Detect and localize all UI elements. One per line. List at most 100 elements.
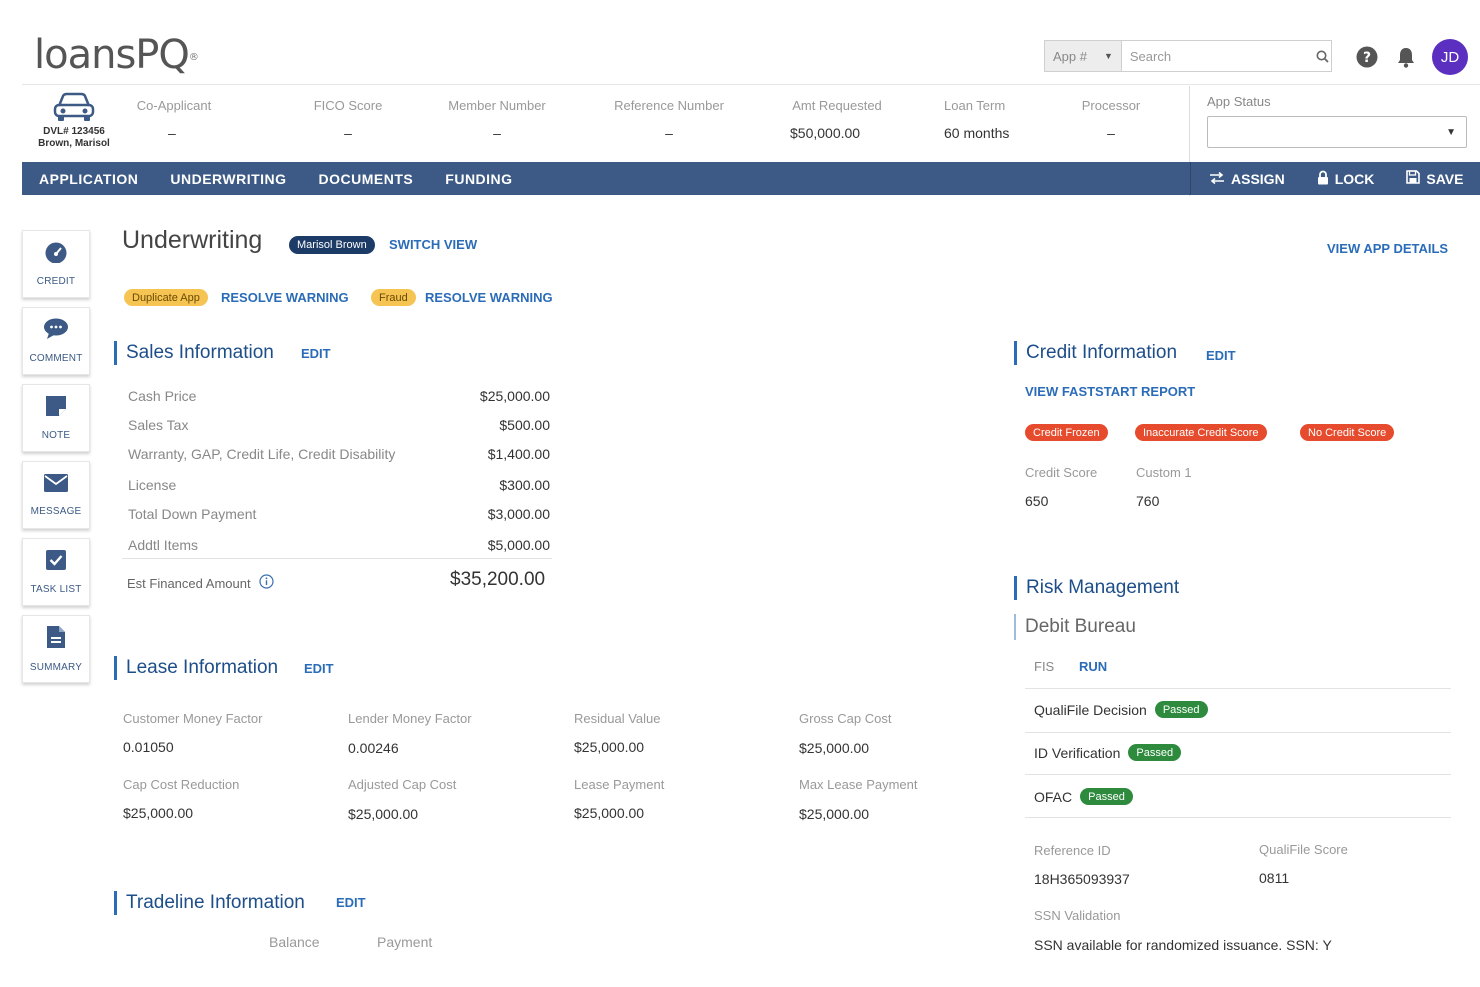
inaccurate-credit-score-badge: Inaccurate Credit Score bbox=[1135, 424, 1267, 441]
rail-comment-label: COMMENT bbox=[29, 353, 83, 364]
assign-label: ASSIGN bbox=[1231, 170, 1285, 187]
tradeline-col-balance: Balance bbox=[269, 934, 320, 950]
chevron-down-icon: ▼ bbox=[1103, 51, 1113, 61]
app-logo[interactable]: loansPQ® bbox=[34, 32, 199, 78]
sales-total-divider bbox=[122, 558, 552, 559]
tab-underwriting[interactable]: UNDERWRITING bbox=[170, 171, 286, 187]
summary-co-applicant: Co-Applicant – bbox=[132, 98, 216, 141]
rail-comment-button[interactable]: COMMENT bbox=[22, 307, 90, 375]
lease-field-value: $25,000.00 bbox=[123, 805, 194, 821]
custom-score-label: Custom 1 bbox=[1136, 465, 1192, 480]
summary-loan-term: Loan Term 60 months bbox=[944, 98, 1018, 141]
summary-fico-score: FICO Score – bbox=[308, 98, 388, 141]
lease-field-value: $25,000.00 bbox=[799, 806, 870, 822]
rail-summary-button[interactable]: SUMMARY bbox=[22, 615, 90, 683]
lease-edit-button[interactable]: EDIT bbox=[304, 661, 334, 676]
resolve-warning-fraud-link[interactable]: RESOLVE WARNING bbox=[425, 290, 553, 305]
lock-button[interactable]: LOCK bbox=[1317, 170, 1374, 188]
lease-field-label: Lender Money Factor bbox=[348, 711, 472, 726]
rail-credit-button[interactable]: CREDIT bbox=[22, 230, 90, 298]
save-label: SAVE bbox=[1426, 170, 1464, 187]
risk-check-row: QualiFile Decision Passed bbox=[1034, 701, 1452, 718]
no-credit-score-badge: No Credit Score bbox=[1300, 424, 1395, 441]
summary-label: Co-Applicant bbox=[136, 98, 212, 113]
search-type-label: App # bbox=[1053, 48, 1087, 64]
vehicle-dl-number: DVL# 123456 bbox=[43, 126, 105, 137]
message-icon bbox=[43, 473, 69, 498]
rail-message-button[interactable]: MESSAGE bbox=[22, 461, 90, 529]
summary-value: – bbox=[344, 125, 352, 141]
rail-credit-label: CREDIT bbox=[36, 276, 76, 287]
vehicle-owner-name: Brown, Marisol bbox=[38, 138, 110, 149]
search-box: App # ▼ bbox=[1044, 40, 1332, 72]
lease-field-value: $25,000.00 bbox=[574, 739, 645, 755]
sales-row-label: Warranty, GAP, Credit Life, Credit Disab… bbox=[128, 446, 396, 462]
lease-info-heading: Lease Information bbox=[114, 656, 278, 680]
fis-label: FIS bbox=[1034, 659, 1055, 674]
summary-doc-icon bbox=[46, 625, 66, 654]
resolve-warning-duplicate-link[interactable]: RESOLVE WARNING bbox=[221, 290, 349, 305]
credit-gauge-icon bbox=[43, 241, 69, 268]
car-icon bbox=[30, 90, 118, 126]
app-status-select[interactable]: ▼ bbox=[1207, 116, 1467, 148]
search-type-select[interactable]: App # ▼ bbox=[1045, 41, 1122, 71]
credit-edit-button[interactable]: EDIT bbox=[1206, 348, 1236, 363]
assign-button[interactable]: ASSIGN bbox=[1209, 171, 1285, 187]
qualifile-score-value: 0811 bbox=[1259, 870, 1290, 886]
summary-value: – bbox=[168, 125, 176, 141]
tab-application[interactable]: APPLICATION bbox=[39, 171, 138, 187]
summary-value: 60 months bbox=[944, 125, 1010, 141]
rail-note-label: NOTE bbox=[41, 430, 71, 441]
svg-text:?: ? bbox=[1363, 50, 1371, 66]
view-app-details-link[interactable]: VIEW APP DETAILS bbox=[1327, 241, 1448, 256]
risk-divider bbox=[1025, 774, 1451, 775]
summary-label: Member Number bbox=[448, 98, 546, 113]
rail-summary-label: SUMMARY bbox=[29, 662, 83, 673]
note-icon bbox=[45, 395, 67, 422]
status-badge: Passed bbox=[1080, 788, 1133, 805]
risk-check-row: ID Verification Passed bbox=[1034, 744, 1452, 761]
save-icon bbox=[1406, 170, 1421, 187]
est-financed-label-text: Est Financed Amount bbox=[127, 575, 251, 591]
status-badge: Passed bbox=[1154, 701, 1208, 718]
rail-note-button[interactable]: NOTE bbox=[22, 384, 90, 452]
lease-field-value: 0.00246 bbox=[348, 740, 399, 756]
view-faststart-report-link[interactable]: VIEW FASTSTART REPORT bbox=[1025, 384, 1195, 399]
warning-fraud-badge: Fraud bbox=[371, 289, 416, 306]
run-fis-button[interactable]: RUN bbox=[1079, 659, 1107, 674]
sales-row-label: Total Down Payment bbox=[128, 506, 257, 522]
lease-field-label: Residual Value bbox=[574, 711, 661, 726]
bell-icon[interactable] bbox=[1395, 46, 1417, 68]
ssn-validation-value: SSN available for randomized issuance. S… bbox=[1034, 937, 1332, 953]
sales-row-label: License bbox=[128, 477, 177, 493]
status-badge: Passed bbox=[1128, 744, 1182, 761]
summary-value: – bbox=[665, 125, 673, 141]
risk-check-label: QualiFile Decision bbox=[1034, 701, 1147, 718]
sales-row-value: $300.00 bbox=[499, 477, 550, 493]
assign-icon bbox=[1209, 171, 1225, 187]
nav-actions: ASSIGN LOCK SAVE bbox=[1190, 162, 1477, 195]
tab-funding[interactable]: FUNDING bbox=[445, 171, 512, 187]
switch-view-link[interactable]: SWITCH VIEW bbox=[389, 237, 477, 252]
lease-field-label: Gross Cap Cost bbox=[799, 711, 892, 726]
help-icon[interactable]: ? bbox=[1356, 46, 1378, 68]
sales-row: Total Down Payment $3,000.00 bbox=[128, 506, 550, 522]
search-input[interactable] bbox=[1121, 41, 1314, 71]
est-financed-label: Est Financed Amount bbox=[127, 574, 274, 592]
summary-processor: Processor – bbox=[1076, 98, 1146, 141]
tradeline-info-heading: Tradeline Information bbox=[114, 891, 305, 915]
sales-edit-button[interactable]: EDIT bbox=[301, 346, 331, 361]
rail-task-list-button[interactable]: TASK LIST bbox=[22, 538, 90, 606]
tab-documents[interactable]: DOCUMENTS bbox=[319, 171, 414, 187]
lease-field-value: 0.01050 bbox=[123, 739, 174, 755]
sales-row-value: $5,000.00 bbox=[487, 537, 550, 553]
save-button[interactable]: SAVE bbox=[1406, 170, 1463, 187]
info-icon[interactable] bbox=[258, 574, 274, 592]
credit-score-value: 650 bbox=[1025, 493, 1049, 509]
vehicle-summary: DVL# 123456 Brown, Marisol bbox=[30, 90, 118, 150]
lease-field-label: Lease Payment bbox=[574, 777, 665, 792]
user-avatar[interactable]: JD bbox=[1432, 39, 1468, 75]
search-icon[interactable] bbox=[1314, 41, 1331, 71]
tradeline-edit-button[interactable]: EDIT bbox=[336, 895, 366, 910]
lease-field-label: Customer Money Factor bbox=[123, 711, 263, 726]
